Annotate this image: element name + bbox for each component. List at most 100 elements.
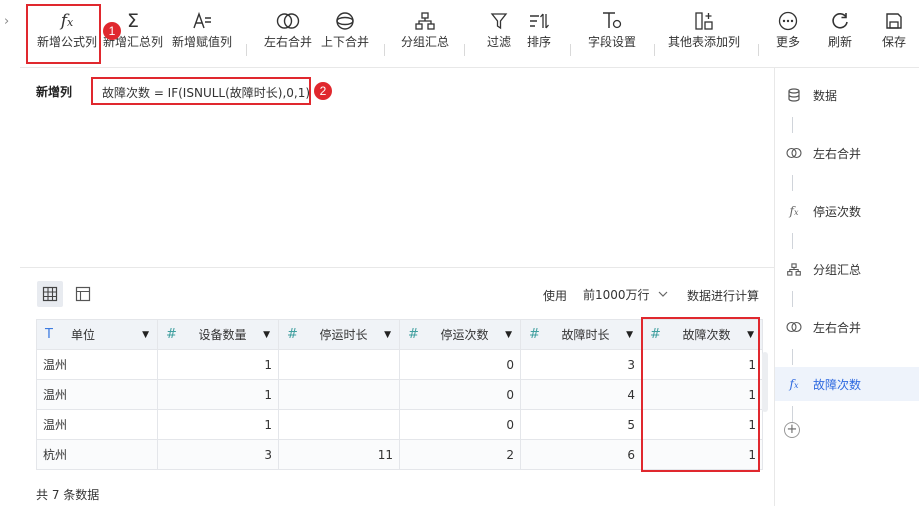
assign-icon xyxy=(170,8,234,34)
number-type-icon: # xyxy=(408,327,419,342)
table-cell: 温州 xyxy=(36,409,158,440)
formula-label: 新增列 xyxy=(36,85,73,99)
more-button[interactable]: 更多 xyxy=(772,8,804,62)
field-settings-icon xyxy=(584,8,640,34)
dropdown-arrow-icon[interactable]: ▼ xyxy=(626,330,633,340)
table-cell: 4 xyxy=(520,379,642,410)
grid-icon xyxy=(42,286,58,302)
merge-left-right-button[interactable]: 左右合并 xyxy=(262,8,314,62)
more-icon xyxy=(772,8,804,34)
table-view-button[interactable] xyxy=(37,281,63,307)
step-item-merge-lr-2[interactable]: 左右合并 xyxy=(775,310,919,344)
fx-icon: fx xyxy=(789,377,799,391)
dropdown-arrow-icon[interactable]: ▼ xyxy=(263,330,270,340)
merge-ud-icon xyxy=(318,8,372,34)
dropdown-arrow-icon[interactable]: ▼ xyxy=(384,330,391,340)
column-header[interactable]: # 设备数量 ▼ xyxy=(157,319,279,350)
step-label: 左右合并 xyxy=(813,320,862,335)
refresh-icon xyxy=(824,8,856,34)
table-cell: 3 xyxy=(157,439,279,470)
step-item-fault-count[interactable]: fx 故障次数 xyxy=(775,367,919,401)
field-settings-button[interactable]: 字段设置 xyxy=(584,8,640,62)
toolbar-label: 保存 xyxy=(881,35,906,49)
row-limit-value: 前1000万行 xyxy=(583,287,650,302)
add-assign-column-button[interactable]: 新增赋值列 xyxy=(170,8,234,62)
sort-icon xyxy=(522,8,556,34)
number-type-icon: # xyxy=(166,327,177,342)
step-item-stop-count[interactable]: fx 停运次数 xyxy=(775,194,919,228)
database-icon xyxy=(775,88,813,102)
toolbar-label: 左右合并 xyxy=(263,35,312,49)
step-label: 分组汇总 xyxy=(813,262,862,277)
merge-lr-icon xyxy=(775,321,813,333)
merge-up-down-button[interactable]: 上下合并 xyxy=(318,8,372,62)
step-connector xyxy=(792,349,793,365)
table-cell: 0 xyxy=(399,409,521,440)
highlight-box-formula xyxy=(91,77,311,105)
toolbar-label: 更多 xyxy=(775,35,800,49)
table-cell: 2 xyxy=(399,439,521,470)
number-type-icon: # xyxy=(287,327,298,342)
add-column-from-other-table-button[interactable]: 其他表添加列 xyxy=(666,8,742,62)
step-item-data[interactable]: 数据 xyxy=(775,78,919,112)
step-badge-2: 2 xyxy=(314,82,332,100)
step-label: 数据 xyxy=(813,88,838,103)
filter-icon xyxy=(482,8,516,34)
merge-lr-icon xyxy=(262,8,314,34)
row-count: 共 7 条数据 xyxy=(36,488,100,502)
highlight-box-add-formula xyxy=(26,4,101,64)
table-cell: 6 xyxy=(520,439,642,470)
column-header[interactable]: # 停运时长 ▼ xyxy=(278,319,400,350)
toolbar-divider xyxy=(758,44,759,56)
merge-lr-icon xyxy=(775,147,813,159)
table-scrollbar[interactable] xyxy=(762,352,768,412)
dropdown-arrow-icon[interactable]: ▼ xyxy=(142,330,149,340)
save-icon xyxy=(878,8,910,34)
group-summary-button[interactable]: 分组汇总 xyxy=(398,8,452,62)
table-cell: 1 xyxy=(157,379,279,410)
layout-icon xyxy=(75,286,91,302)
step-sidebar: 数据 左右合并 fx 停运次数 分组汇总 左右合并 fx 故障次数 + xyxy=(774,68,919,506)
save-button[interactable]: 保存 xyxy=(878,8,910,62)
toolbar-divider xyxy=(246,44,247,56)
expand-left-icon[interactable]: › xyxy=(4,14,9,29)
step-connector xyxy=(792,406,793,422)
step-connector xyxy=(792,233,793,249)
table-cell: 3 xyxy=(520,349,642,380)
dropdown-arrow-icon[interactable]: ▼ xyxy=(505,330,512,340)
add-step-button[interactable]: + xyxy=(784,422,800,438)
step-item-group[interactable]: 分组汇总 xyxy=(775,252,919,286)
toolbar-divider xyxy=(654,44,655,56)
table-cell: 0 xyxy=(399,379,521,410)
table-cell xyxy=(278,349,400,380)
etl-editor: › fx 新增公式列 Σ 新增汇总列 新增赋值列 左右合并 上下合并 分组汇总 … xyxy=(0,0,919,506)
table-cell: 1 xyxy=(157,409,279,440)
column-header[interactable]: T 单位 ▼ xyxy=(36,319,158,350)
table-cell: 温州 xyxy=(36,349,158,380)
toolbar-label: 字段设置 xyxy=(587,35,636,49)
group-icon xyxy=(398,8,452,34)
refresh-button[interactable]: 刷新 xyxy=(824,8,856,62)
step-item-merge-lr[interactable]: 左右合并 xyxy=(775,136,919,170)
step-label: 左右合并 xyxy=(813,146,862,161)
sort-button[interactable]: 排序 xyxy=(522,8,556,62)
text-type-icon: T xyxy=(45,327,53,342)
row-limit-select[interactable]: 前1000万行 xyxy=(574,281,678,307)
filter-button[interactable]: 过滤 xyxy=(482,8,516,62)
table-cell: 1 xyxy=(157,349,279,380)
toolbar-label: 其他表添加列 xyxy=(667,35,740,49)
step-connector xyxy=(792,175,793,191)
step-badge-1: 1 xyxy=(103,22,121,40)
column-header[interactable]: # 故障时长 ▼ xyxy=(520,319,642,350)
table-cell: 11 xyxy=(278,439,400,470)
chevron-down-icon xyxy=(657,288,669,303)
column-header[interactable]: # 停运次数 ▼ xyxy=(399,319,521,350)
table-cell xyxy=(278,409,400,440)
toolbar-label: 上下合并 xyxy=(320,35,369,49)
layout-view-button[interactable] xyxy=(70,281,96,307)
table-cell: 0 xyxy=(399,349,521,380)
toolbar-label: 排序 xyxy=(526,35,551,49)
add-column-icon xyxy=(666,8,742,34)
table-cell: 5 xyxy=(520,409,642,440)
step-connector xyxy=(792,117,793,133)
